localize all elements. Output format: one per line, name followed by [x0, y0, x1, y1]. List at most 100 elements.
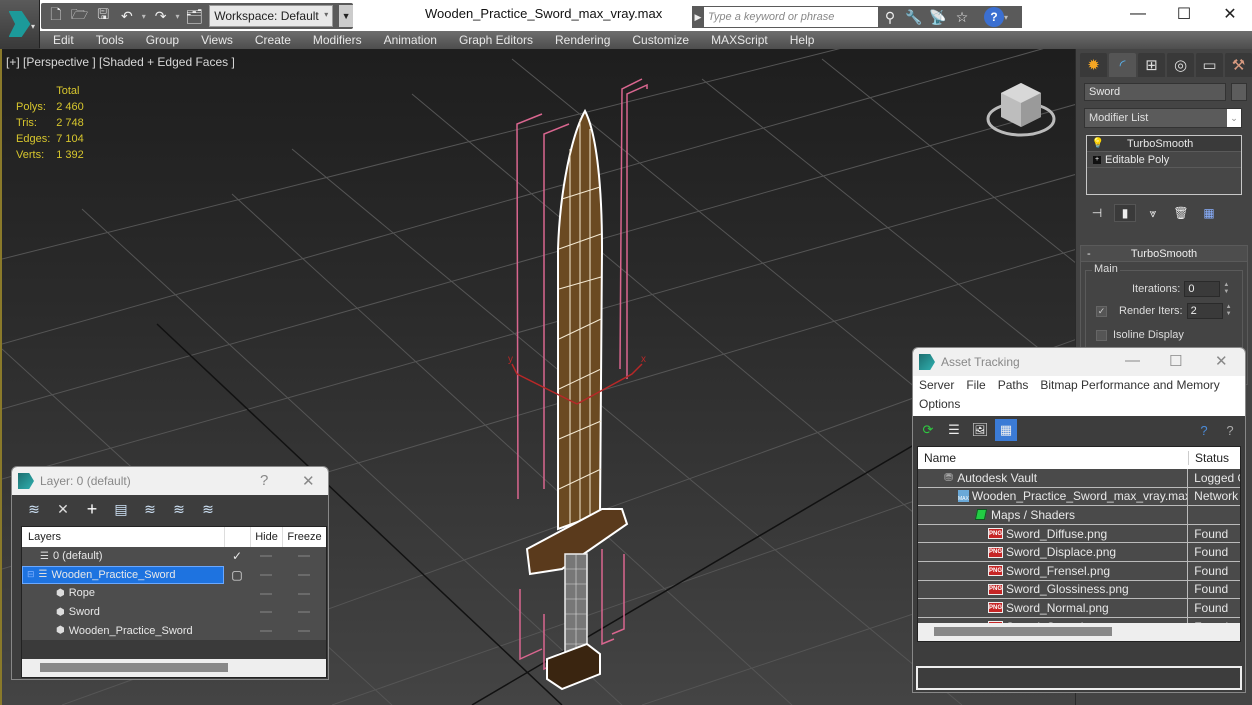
list-view-icon[interactable]: ☰ — [943, 419, 965, 441]
asset-row[interactable]: Maps / Shaders — [918, 506, 1240, 525]
menu-modifiers[interactable]: Modifiers — [304, 33, 371, 47]
rollout-header[interactable]: - TurboSmooth — [1081, 246, 1247, 262]
asset-row[interactable]: MAX Wooden_Practice_Sword_max_vray.max Ne… — [918, 487, 1240, 507]
freeze-toggle[interactable] — [282, 606, 326, 618]
save-icon[interactable]: 🖫 — [94, 6, 112, 25]
bulb-icon[interactable]: 💡 — [1091, 138, 1105, 149]
help-icon[interactable]: ? — [1193, 419, 1215, 441]
column-header-freeze[interactable]: Freeze — [282, 527, 326, 547]
current-layer-check[interactable]: ✓ — [224, 549, 250, 563]
project-folder-icon[interactable]: 🗂 — [185, 7, 203, 25]
menu-tools[interactable]: Tools — [87, 33, 133, 47]
menu-file[interactable]: File — [966, 378, 985, 395]
hide-toggle[interactable] — [250, 587, 282, 599]
menu-edit[interactable]: Edit — [44, 33, 83, 47]
minimize-button[interactable]: — — [1125, 352, 1140, 369]
menu-paths[interactable]: Paths — [998, 378, 1029, 395]
scrollbar-thumb[interactable] — [40, 663, 228, 672]
delete-icon[interactable]: ✕ — [53, 499, 73, 519]
expand-arrow-icon[interactable]: ▶ — [692, 12, 704, 23]
open-folder-icon[interactable]: 🗁 — [71, 6, 89, 25]
menu-server[interactable]: Server — [919, 378, 954, 395]
modify-tab[interactable]: ◜ — [1109, 53, 1136, 77]
stack-item-editable-poly[interactable]: + Editable Poly — [1087, 152, 1241, 168]
add-icon[interactable]: + — [82, 499, 102, 519]
help-disabled-icon[interactable]: ? — [1219, 419, 1241, 441]
close-button[interactable]: ✕ — [302, 472, 315, 490]
select-layer-icon[interactable]: ≋ — [140, 499, 160, 519]
hide-toggle[interactable] — [250, 550, 282, 562]
menu-options[interactable]: Options — [919, 397, 960, 414]
layer-window-titlebar[interactable]: Layer: 0 (default) ? ✕ — [12, 467, 328, 495]
hide-toggle[interactable] — [250, 625, 282, 637]
freeze-toggle[interactable] — [282, 587, 326, 599]
workspace-dropdown[interactable]: Workspace: Default ▾ — [209, 5, 334, 27]
asset-row[interactable]: PNG Sword_Diffuse.png Found — [918, 524, 1240, 544]
menu-group[interactable]: Group — [137, 33, 188, 47]
menu-maxscript[interactable]: MAXScript — [702, 33, 777, 47]
close-button[interactable]: ✕ — [1215, 352, 1228, 370]
maximize-button[interactable]: ☐ — [1169, 352, 1182, 370]
undo-dropdown-icon[interactable]: ▾ — [142, 12, 146, 21]
star-icon[interactable]: ☆ — [950, 7, 974, 27]
plus-box-icon[interactable]: + — [1093, 155, 1101, 164]
stack-item-turbosmooth[interactable]: 💡 TurboSmooth — [1087, 136, 1241, 152]
wrench-icon[interactable]: 🔧 — [902, 7, 926, 27]
horizontal-scrollbar[interactable] — [22, 659, 326, 677]
asset-window-titlebar[interactable]: Asset Tracking — ☐ ✕ — [913, 348, 1245, 376]
search-input[interactable] — [704, 7, 878, 27]
hide-toggle[interactable] — [250, 606, 282, 618]
render-iters-input[interactable] — [1186, 303, 1223, 319]
utilities-tab[interactable]: ⚒ — [1225, 53, 1252, 77]
table-view-icon[interactable]: ▦ — [995, 419, 1017, 441]
help-button[interactable]: ? — [260, 472, 268, 489]
horizontal-scrollbar[interactable] — [918, 623, 1240, 641]
asset-row[interactable]: PNG Sword_Glossiness.png Found — [918, 580, 1240, 600]
minimize-button[interactable]: — — [1115, 3, 1161, 25]
menu-customize[interactable]: Customize — [623, 33, 698, 47]
freeze-toggle[interactable] — [282, 569, 326, 581]
render-iters-spinner[interactable]: ▲ ▼ — [1225, 303, 1233, 319]
object-name-input[interactable] — [1084, 83, 1226, 101]
help-dropdown-icon[interactable]: ▾ — [1004, 13, 1008, 22]
asset-path-field[interactable] — [916, 666, 1242, 690]
modifier-list-dropdown[interactable]: Modifier List ⌄ — [1084, 108, 1242, 128]
maximize-button[interactable]: ☐ — [1161, 3, 1207, 25]
viewcube[interactable] — [985, 77, 1057, 143]
column-header-hide[interactable]: Hide — [250, 527, 282, 547]
motion-tab[interactable]: ◎ — [1167, 53, 1194, 77]
redo-dropdown-icon[interactable]: ▾ — [175, 12, 179, 21]
menu-graph-editors[interactable]: Graph Editors — [450, 33, 542, 47]
iterations-spinner[interactable]: ▲ ▼ — [1222, 281, 1230, 297]
thumbnail-view-icon[interactable]: 🖼 — [969, 419, 991, 441]
menu-animation[interactable]: Animation — [375, 33, 446, 47]
undo-icon[interactable]: ↶ — [118, 7, 136, 25]
render-iters-checkbox[interactable]: ✓ — [1096, 305, 1107, 317]
layer-row[interactable]: ☰ 0 (default) ✓ — [22, 547, 326, 566]
select-objects-icon[interactable]: ▤ — [111, 499, 131, 519]
menu-views[interactable]: Views — [192, 33, 242, 47]
menu-rendering[interactable]: Rendering — [546, 33, 619, 47]
display-tab[interactable]: ▭ — [1196, 53, 1223, 77]
create-tab[interactable]: ✹ — [1080, 53, 1107, 77]
highlight-layer-icon[interactable]: ≋ — [169, 499, 189, 519]
layer-settings-icon[interactable]: ≋ — [198, 499, 218, 519]
hierarchy-tab[interactable]: ⊞ — [1138, 53, 1165, 77]
pin-stack-icon[interactable]: ⊣ — [1086, 204, 1108, 222]
new-layer-icon[interactable]: ≋ — [24, 499, 44, 519]
asset-row[interactable]: PNG Sword_Frensel.png Found — [918, 561, 1240, 581]
asset-row[interactable]: PNG Sword_Displace.png Found — [918, 543, 1240, 562]
redo-icon[interactable]: ↷ — [152, 7, 170, 25]
satellite-icon[interactable]: 📡 — [926, 7, 950, 27]
object-row[interactable]: ⬢ Sword — [22, 602, 326, 622]
column-header-layers[interactable]: Layers — [22, 531, 224, 543]
help-button[interactable]: ? — [984, 7, 1004, 27]
isoline-checkbox[interactable] — [1096, 329, 1107, 341]
customize-qat-button[interactable]: ▼ — [339, 5, 353, 27]
configure-sets-icon[interactable]: ▦ — [1198, 204, 1220, 222]
freeze-toggle[interactable] — [282, 550, 326, 562]
menu-help[interactable]: Help — [781, 33, 824, 47]
object-row[interactable]: ⬢ Rope — [22, 584, 326, 603]
show-end-result-icon[interactable]: ▮ — [1114, 204, 1136, 222]
column-header-status[interactable]: Status — [1189, 451, 1229, 465]
